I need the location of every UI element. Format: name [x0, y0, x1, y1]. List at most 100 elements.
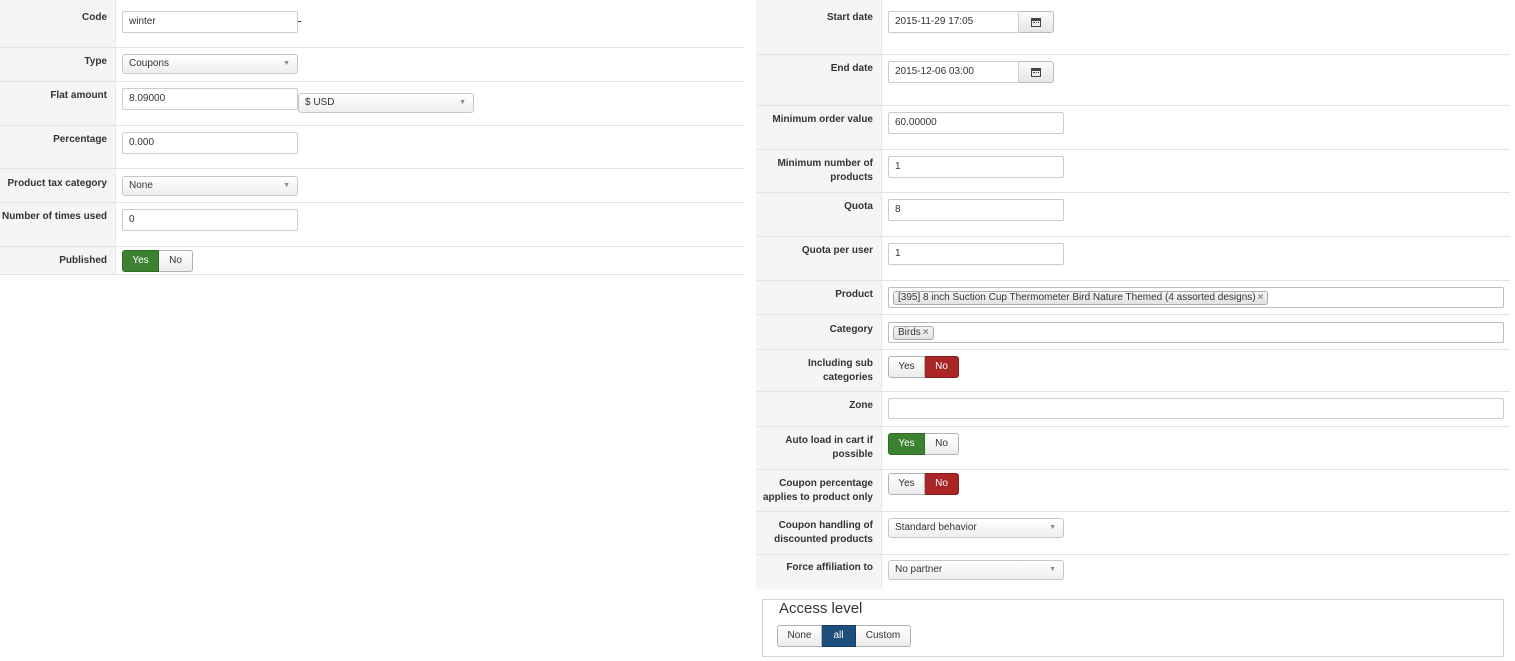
auto-load-no-button[interactable]: No: [925, 433, 959, 455]
zone-input[interactable]: [888, 398, 1504, 419]
auto-load-toggle: Yes No: [888, 433, 959, 455]
min-products-label-line1: Minimum number of: [777, 158, 873, 169]
row-min-order-value: Minimum order value 60.00000: [756, 106, 1510, 150]
auto-load-label-line1: Auto load in cart if: [785, 435, 873, 446]
currency-select-value: $ USD: [305, 97, 335, 108]
min-order-value-input[interactable]: 60.00000: [888, 112, 1064, 134]
chevron-down-icon: ▼: [459, 99, 466, 106]
left-form-column: Code winter Type Coupons ▼ Flat amount 8…: [0, 0, 744, 275]
published-yes-button[interactable]: Yes: [122, 250, 159, 272]
quota-per-user-input[interactable]: 1: [888, 243, 1064, 265]
chevron-down-icon: ▼: [1049, 566, 1056, 573]
including-sub-yes-button[interactable]: Yes: [888, 356, 925, 378]
access-level-custom-button[interactable]: Custom: [856, 625, 911, 647]
chevron-down-icon: ▼: [283, 182, 290, 189]
quota-label: Quota: [844, 201, 873, 212]
quota-per-user-label: Quota per user: [801, 245, 873, 256]
row-zone: Zone: [756, 392, 1510, 427]
category-label: Category: [829, 324, 873, 335]
end-date-input[interactable]: 2015-12-06 03:00: [888, 61, 1019, 83]
row-code: Code winter: [0, 0, 744, 48]
row-flat-amount: Flat amount 8.09000 $ USD ▼: [0, 82, 744, 126]
category-tag: Birds ×: [893, 326, 934, 340]
coupon-percentage-no-button[interactable]: No: [925, 473, 959, 495]
row-product-tax-category: Product tax category None ▼: [0, 169, 744, 203]
including-sub-label-line2: categories: [822, 372, 873, 383]
product-tax-category-label: Product tax category: [7, 178, 107, 189]
chevron-down-icon: ▼: [283, 60, 290, 67]
min-products-label-line2: products: [830, 172, 873, 183]
percentage-input[interactable]: 0.000: [122, 132, 298, 154]
row-percentage: Percentage 0.000: [0, 126, 744, 169]
product-tax-category-select[interactable]: None ▼: [122, 176, 298, 196]
right-form-column: Start date 2015-11-29 17:05 End date 201…: [756, 0, 1510, 589]
start-date-calendar-button[interactable]: [1019, 11, 1054, 33]
row-product: Product [395] 8 inch Suction Cup Thermom…: [756, 281, 1510, 315]
remove-icon[interactable]: ×: [923, 327, 929, 338]
coupon-handling-label-line2: discounted products: [774, 534, 873, 545]
times-used-label: Number of times used: [1, 211, 107, 222]
row-quota-per-user: Quota per user 1: [756, 237, 1510, 281]
including-sub-toggle: Yes No: [888, 356, 959, 378]
start-date-input[interactable]: 2015-11-29 17:05: [888, 11, 1019, 33]
product-tax-category-value: None: [129, 180, 153, 191]
published-no-button[interactable]: No: [159, 250, 193, 272]
coupon-percentage-label-line2: applies to product only: [762, 492, 873, 503]
chevron-down-icon: ▼: [1049, 524, 1056, 531]
including-sub-label-line1: Including sub: [808, 358, 873, 369]
force-affiliation-label: Force affiliation to: [786, 562, 873, 573]
access-level-toggle: None all Custom: [777, 625, 911, 647]
row-including-sub-categories: Including sub categories Yes No: [756, 350, 1510, 392]
min-order-value-label: Minimum order value: [772, 114, 873, 125]
force-affiliation-value: No partner: [895, 564, 943, 575]
row-coupon-percentage: Coupon percentage applies to product onl…: [756, 470, 1510, 512]
including-sub-no-button[interactable]: No: [925, 356, 959, 378]
end-date-calendar-button[interactable]: [1019, 61, 1054, 83]
row-min-products: Minimum number of products 1: [756, 150, 1510, 193]
published-label: Published: [59, 255, 107, 266]
start-date-label: Start date: [826, 12, 873, 23]
quota-input[interactable]: 8: [888, 199, 1064, 221]
type-select-value: Coupons: [129, 58, 170, 69]
access-level-all-button[interactable]: all: [822, 625, 856, 647]
product-label: Product: [835, 289, 873, 300]
calendar-icon: [1031, 68, 1041, 77]
access-level-none-button[interactable]: None: [777, 625, 822, 647]
product-tag-input[interactable]: [395] 8 inch Suction Cup Thermometer Bir…: [888, 287, 1504, 308]
category-tag-input[interactable]: Birds ×: [888, 322, 1504, 343]
coupon-handling-value: Standard behavior: [895, 522, 977, 533]
code-input[interactable]: winter: [122, 11, 298, 33]
zone-label: Zone: [849, 400, 873, 411]
times-used-input[interactable]: 0: [122, 209, 298, 231]
row-start-date: Start date 2015-11-29 17:05: [756, 0, 1510, 55]
flat-amount-label: Flat amount: [50, 90, 107, 101]
type-select[interactable]: Coupons ▼: [122, 54, 298, 74]
code-label: Code: [82, 12, 107, 23]
type-label: Type: [84, 56, 107, 67]
force-affiliation-select[interactable]: No partner ▼: [888, 560, 1064, 580]
code-dash: [298, 21, 301, 22]
row-category: Category Birds ×: [756, 315, 1510, 350]
end-date-label: End date: [830, 63, 873, 74]
auto-load-yes-button[interactable]: Yes: [888, 433, 925, 455]
auto-load-label-line2: possible: [832, 449, 873, 460]
row-times-used: Number of times used 0: [0, 203, 744, 247]
calendar-icon: [1031, 18, 1041, 27]
row-type: Type Coupons ▼: [0, 48, 744, 82]
row-published: Published Yes No: [0, 247, 744, 275]
min-products-input[interactable]: 1: [888, 156, 1064, 178]
row-quota: Quota 8: [756, 193, 1510, 237]
coupon-percentage-toggle: Yes No: [888, 473, 959, 495]
currency-select[interactable]: $ USD ▼: [298, 93, 474, 113]
remove-icon[interactable]: ×: [1258, 292, 1264, 303]
coupon-handling-label-line1: Coupon handling of: [778, 520, 873, 531]
access-level-legend: Access level: [776, 600, 866, 618]
row-auto-load: Auto load in cart if possible Yes No: [756, 427, 1510, 470]
flat-amount-input[interactable]: 8.09000: [122, 88, 298, 110]
percentage-label: Percentage: [53, 134, 107, 145]
row-coupon-handling: Coupon handling of discounted products S…: [756, 512, 1510, 555]
coupon-handling-select[interactable]: Standard behavior ▼: [888, 518, 1064, 538]
coupon-percentage-yes-button[interactable]: Yes: [888, 473, 925, 495]
product-tag: [395] 8 inch Suction Cup Thermometer Bir…: [893, 291, 1269, 305]
category-tag-label: Birds: [898, 327, 921, 338]
